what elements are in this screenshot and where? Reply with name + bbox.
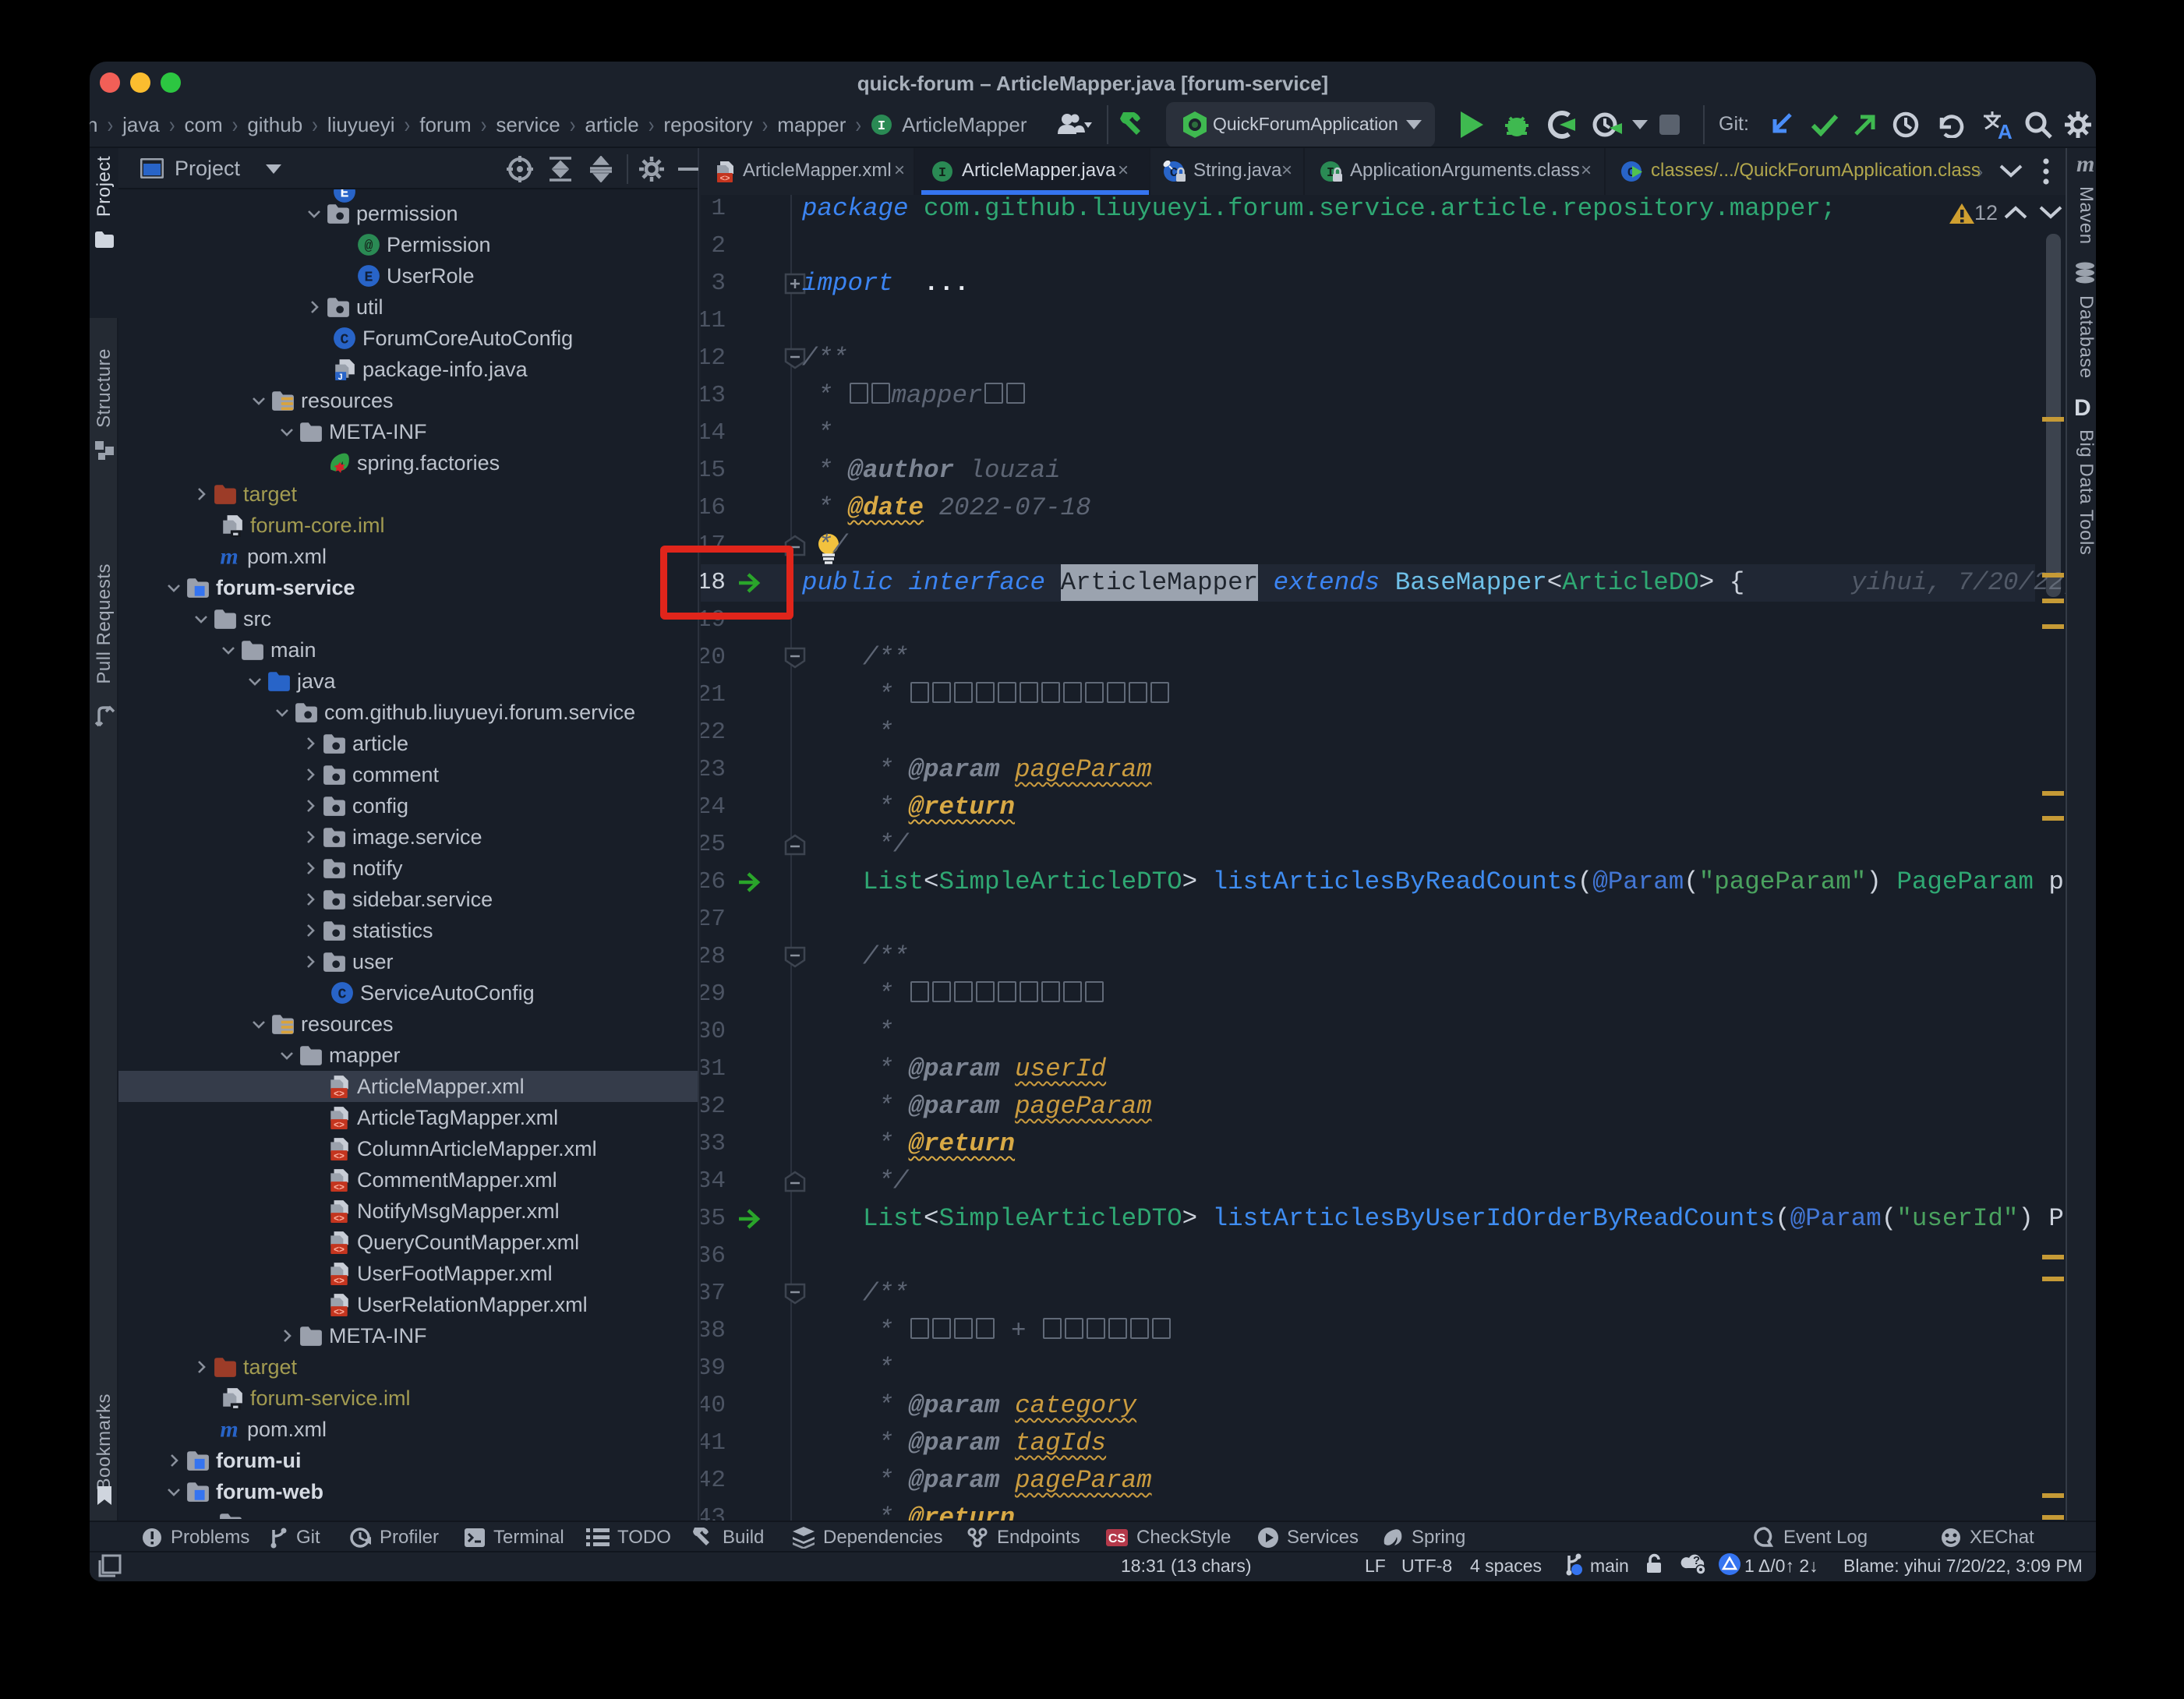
svg-text:<>: <> bbox=[334, 1120, 345, 1129]
svg-text:J: J bbox=[338, 373, 343, 381]
svg-text:@: @ bbox=[365, 238, 373, 254]
svg-text:I: I bbox=[938, 166, 946, 181]
svg-text:m: m bbox=[220, 1418, 238, 1441]
svg-text:<>: <> bbox=[334, 1245, 345, 1254]
svg-text:m: m bbox=[220, 545, 238, 568]
svg-text:<>: <> bbox=[720, 174, 730, 182]
svg-text:<>: <> bbox=[334, 1182, 345, 1192]
svg-text:C: C bbox=[341, 332, 349, 348]
svg-text:I: I bbox=[878, 119, 885, 134]
svg-text:<>: <> bbox=[334, 1089, 345, 1098]
svg-text:CS: CS bbox=[1108, 1532, 1126, 1545]
svg-text:<>: <> bbox=[334, 1307, 345, 1316]
svg-text:A: A bbox=[1998, 120, 2013, 140]
svg-text:<>: <> bbox=[334, 1276, 345, 1285]
svg-text:<>: <> bbox=[334, 1151, 345, 1160]
svg-text:<>: <> bbox=[334, 1213, 345, 1223]
svg-text:E: E bbox=[365, 270, 373, 285]
svg-text:C: C bbox=[338, 987, 347, 1002]
